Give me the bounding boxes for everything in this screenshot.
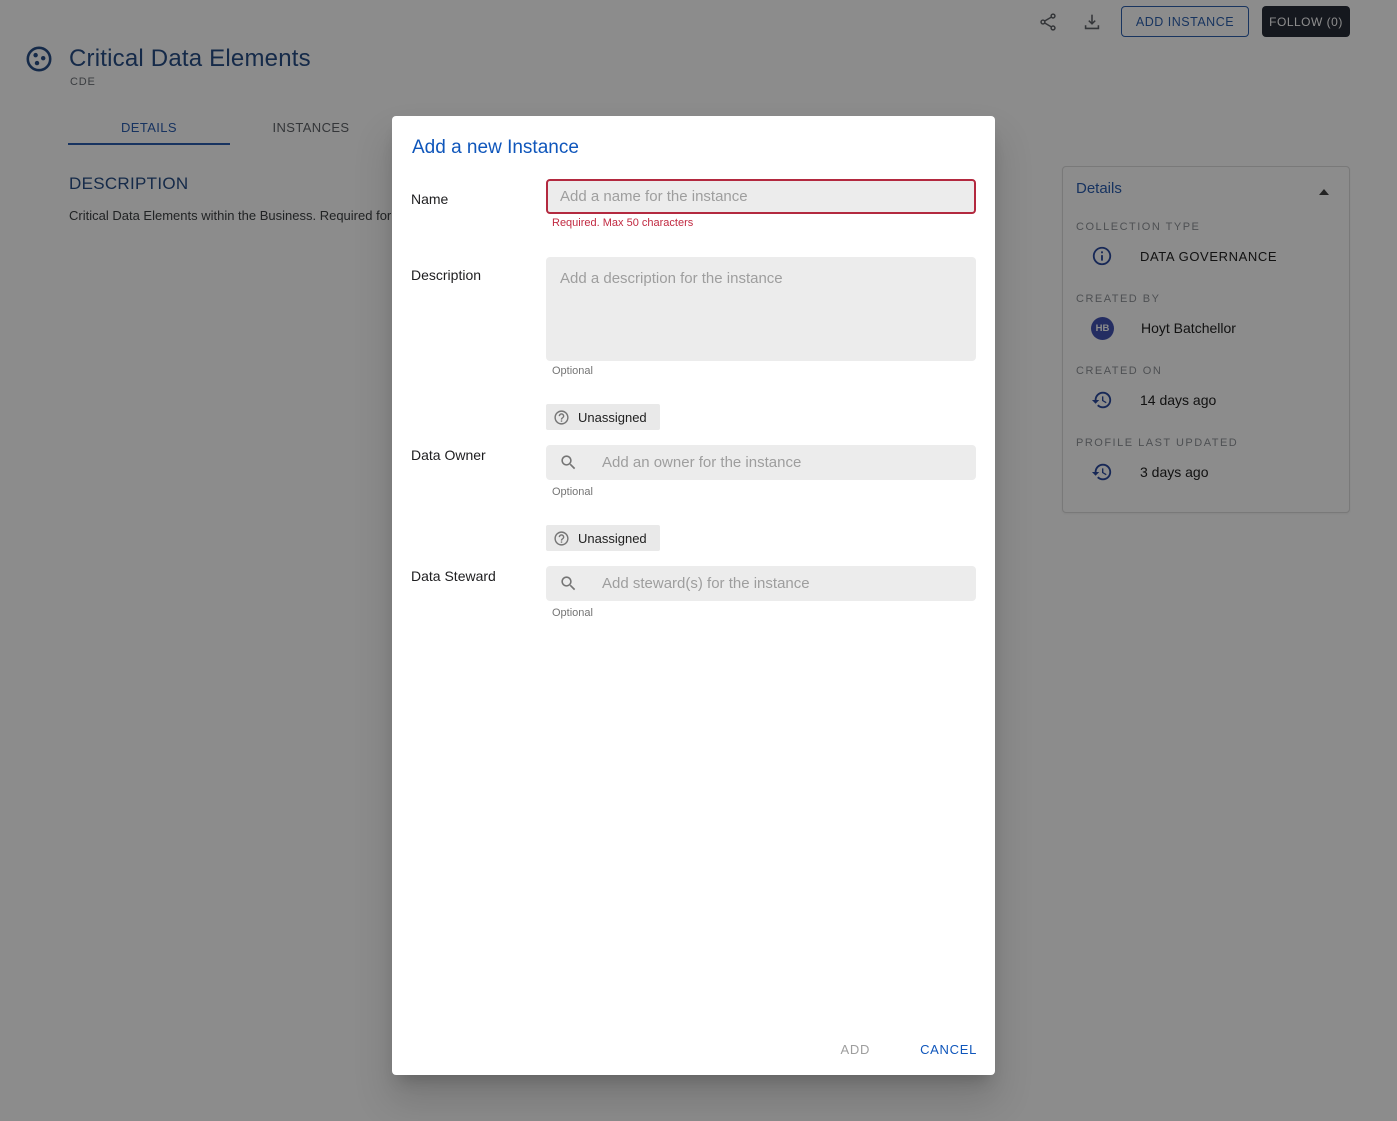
add-button[interactable]: ADD	[829, 1033, 883, 1066]
cancel-button[interactable]: CANCEL	[908, 1033, 989, 1066]
description-field-helper: Optional	[552, 365, 593, 377]
data-steward-search-field	[546, 566, 976, 601]
data-owner-unassigned-chip: Unassigned	[546, 404, 660, 430]
data-owner-search-field	[546, 445, 976, 480]
name-field-label: Name	[411, 191, 448, 207]
instance-name-input[interactable]	[546, 179, 976, 214]
unassigned-chip-label: Unassigned	[578, 410, 647, 425]
description-field-label: Description	[411, 267, 481, 283]
search-icon	[559, 574, 578, 593]
data-steward-field-label: Data Steward	[411, 568, 496, 584]
data-steward-field-helper: Optional	[552, 607, 593, 619]
question-icon	[553, 530, 570, 547]
data-steward-unassigned-chip: Unassigned	[546, 525, 660, 551]
page: Critical Data Elements CDE ADD INSTANCE …	[0, 0, 1397, 1121]
add-instance-dialog: Add a new Instance Name Required. Max 50…	[392, 116, 995, 1075]
question-icon	[553, 409, 570, 426]
dialog-title: Add a new Instance	[412, 137, 579, 159]
dialog-actions: ADD CANCEL	[829, 1033, 990, 1066]
data-owner-input[interactable]	[578, 445, 976, 480]
name-field-error: Required. Max 50 characters	[552, 217, 693, 229]
search-icon	[559, 453, 578, 472]
data-steward-input[interactable]	[578, 566, 976, 601]
data-owner-field-label: Data Owner	[411, 447, 486, 463]
unassigned-chip-label: Unassigned	[578, 531, 647, 546]
instance-description-input[interactable]	[546, 257, 976, 361]
data-owner-field-helper: Optional	[552, 486, 593, 498]
